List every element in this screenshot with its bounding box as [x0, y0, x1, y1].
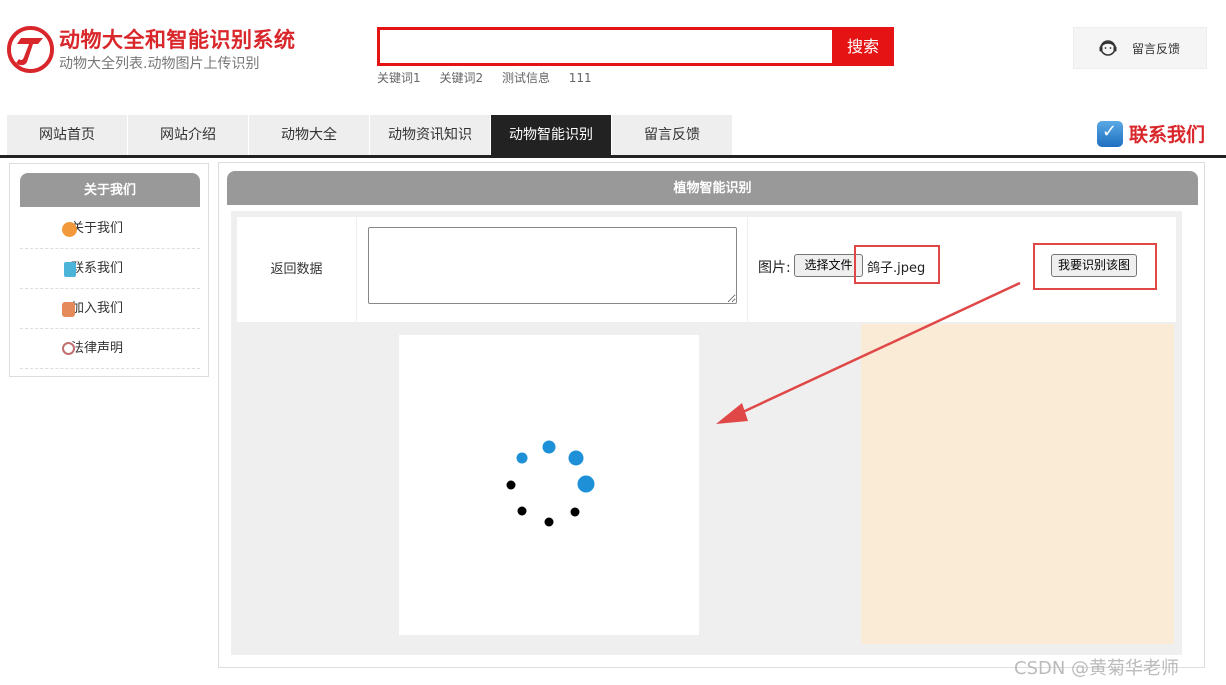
- nav-item-intro[interactable]: 网站介绍: [128, 115, 249, 155]
- recognize-button-highlight: [1033, 243, 1157, 290]
- watermark: CSDN @黄菊华老师: [1014, 658, 1180, 679]
- return-data-label: 返回数据: [237, 217, 357, 322]
- file-name-highlight: [854, 245, 940, 284]
- nav-item-news[interactable]: 动物资讯知识: [370, 115, 491, 155]
- clipboard-icon: [64, 262, 76, 277]
- recognition-area: 返回数据 图片: 选择文件 鸽子.jpeg 我要识别该图: [231, 211, 1182, 655]
- divider: [747, 217, 748, 322]
- nav-item-animals[interactable]: 动物大全: [249, 115, 370, 155]
- keyword-link[interactable]: 111: [569, 71, 592, 85]
- nav-item-recognition[interactable]: 动物智能识别: [491, 115, 612, 155]
- sidebar-item-join[interactable]: 加入我们: [20, 289, 200, 329]
- sidebar-item-label: 联系我们: [71, 261, 124, 276]
- panel-title: 植物智能识别: [227, 171, 1198, 205]
- logo-icon: [11, 30, 50, 69]
- sidebar: 关于我们 关于我们 联系我们 加入我们 法律声明: [9, 163, 209, 377]
- nav-item-feedback[interactable]: 留言反馈: [612, 115, 733, 155]
- sidebar-item-legal[interactable]: 法律声明: [20, 329, 200, 369]
- contact-us-label: 联系我们: [1129, 124, 1206, 146]
- orange-circle-icon: [62, 222, 77, 237]
- return-data-textarea[interactable]: [368, 227, 737, 304]
- feedback-label: 留言反馈: [1132, 41, 1181, 56]
- image-preview: [399, 335, 699, 635]
- sidebar-item-about[interactable]: 关于我们: [20, 209, 200, 249]
- search-input[interactable]: [380, 30, 832, 63]
- loading-spinner-icon: [506, 440, 595, 527]
- main-panel: 植物智能识别 返回数据 图片: 选择文件 鸽子.jpeg 我要识别该图: [218, 162, 1205, 668]
- power-icon: [62, 342, 75, 355]
- sidebar-item-label: 加入我们: [71, 301, 124, 316]
- sidebar-title: 关于我们: [20, 173, 200, 207]
- customer-service-icon: [1099, 40, 1117, 56]
- search-box: [377, 27, 832, 66]
- phone-icon: [1097, 120, 1123, 147]
- upload-form: 返回数据 图片: 选择文件 鸽子.jpeg 我要识别该图: [237, 217, 1176, 322]
- feedback-link[interactable]: 留言反馈: [1073, 27, 1207, 69]
- keyword-link[interactable]: 关键词1: [377, 71, 421, 85]
- site-subtitle: 动物大全列表.动物图片上传识别: [59, 56, 260, 72]
- result-panel: [861, 324, 1174, 644]
- lock-icon: [62, 302, 75, 317]
- contact-us-link[interactable]: 联系我们: [1097, 120, 1205, 147]
- image-label: 图片:: [758, 260, 791, 276]
- search-button[interactable]: 搜索: [832, 27, 894, 66]
- keyword-list: 关键词1 关键词2 测试信息 111: [377, 69, 607, 86]
- nav-divider: [0, 155, 1226, 158]
- main-nav: 网站首页 网站介绍 动物大全 动物资讯知识 动物智能识别 留言反馈: [7, 115, 733, 155]
- nav-item-home[interactable]: 网站首页: [7, 115, 128, 155]
- site-title: 动物大全和智能识别系统: [59, 28, 296, 52]
- keyword-link[interactable]: 测试信息: [502, 71, 550, 85]
- sidebar-item-contact[interactable]: 联系我们: [20, 249, 200, 289]
- site-logo[interactable]: [7, 26, 54, 73]
- keyword-link[interactable]: 关键词2: [439, 71, 483, 85]
- sidebar-item-label: 法律声明: [71, 341, 124, 356]
- choose-file-button[interactable]: 选择文件: [794, 254, 863, 277]
- sidebar-item-label: 关于我们: [71, 221, 124, 236]
